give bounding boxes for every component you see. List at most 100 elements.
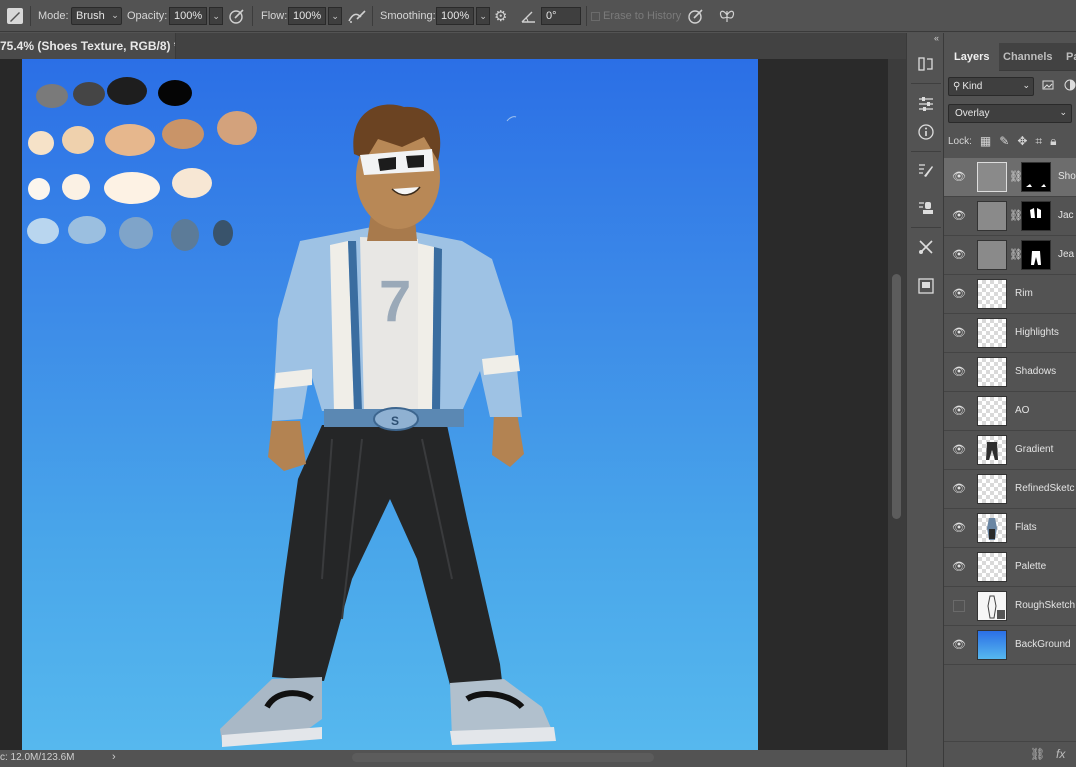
layer-row-palette[interactable]: 👁︎ Palette: [944, 548, 1076, 587]
layer-thumbnail[interactable]: [977, 474, 1007, 504]
layer-thumbnail[interactable]: [977, 240, 1007, 270]
layer-name[interactable]: Jac: [1058, 210, 1074, 221]
layer-mask-thumbnail[interactable]: [1021, 201, 1051, 231]
layer-thumbnail[interactable]: [977, 162, 1007, 192]
blend-mode-dropdown[interactable]: Overlay ⌄: [948, 104, 1072, 123]
smoothing-field[interactable]: 100%: [436, 7, 475, 25]
layer-row-shoes[interactable]: 👁︎ ⛓︎ Sho: [944, 158, 1076, 197]
vertical-scroll-thumb[interactable]: [892, 274, 901, 519]
layer-row-shadows[interactable]: 👁︎ Shadows: [944, 353, 1076, 392]
layer-thumbnail[interactable]: [977, 435, 1007, 465]
info-icon[interactable]: [915, 121, 937, 143]
pressure-size-icon[interactable]: [687, 0, 705, 32]
flow-field[interactable]: 100%: [288, 7, 327, 25]
layer-name[interactable]: AO: [1015, 405, 1029, 416]
layer-name[interactable]: RefinedSketc: [1015, 483, 1074, 494]
mode-dropdown[interactable]: Brush ⌄: [71, 7, 122, 25]
eye-icon[interactable]: 👁︎: [952, 638, 966, 652]
link-layers-icon[interactable]: ⛓︎: [1030, 747, 1045, 761]
angle-field[interactable]: 0°: [541, 7, 581, 25]
layer-mask-thumbnail[interactable]: [1021, 162, 1051, 192]
filter-pixel-icon[interactable]: [1042, 79, 1054, 94]
eye-icon[interactable]: 👁︎: [952, 560, 966, 574]
layer-name[interactable]: Sho: [1058, 171, 1076, 182]
layer-name[interactable]: RoughSketch: [1015, 600, 1075, 611]
layer-name[interactable]: Gradient: [1015, 444, 1053, 455]
layer-name[interactable]: Rim: [1015, 288, 1033, 299]
layer-thumbnail[interactable]: [977, 552, 1007, 582]
layer-effects-fx-icon[interactable]: fx: [1056, 747, 1065, 761]
brush-tool-preset-icon[interactable]: [6, 0, 24, 32]
layer-comps-icon[interactable]: [915, 275, 937, 297]
tab-layers[interactable]: Layers: [944, 43, 1000, 71]
layer-name[interactable]: Jea: [1058, 249, 1074, 260]
brush-settings-icon[interactable]: [915, 159, 937, 181]
layer-name[interactable]: Highlights: [1015, 327, 1059, 338]
layer-row-background[interactable]: 👁︎ BackGround: [944, 626, 1076, 665]
eye-icon[interactable]: 👁︎: [952, 209, 966, 223]
layer-name[interactable]: BackGround: [1015, 639, 1071, 650]
opacity-dropdown-button[interactable]: ⌄: [209, 7, 224, 25]
adjustments-sliders-icon[interactable]: [915, 93, 937, 115]
layer-row-highlights[interactable]: 👁︎ Highlights: [944, 314, 1076, 353]
vertical-scrollbar[interactable]: [888, 59, 906, 750]
layer-thumbnail[interactable]: [977, 357, 1007, 387]
lock-position-icon[interactable]: ✥: [1017, 134, 1027, 148]
layer-row-rough-sketch[interactable]: RoughSketch: [944, 587, 1076, 626]
document-size-info[interactable]: c: 12.0M/123.6M: [0, 752, 74, 763]
layer-row-jacket[interactable]: 👁︎ ⛓︎ Jac: [944, 197, 1076, 236]
clone-source-icon[interactable]: [915, 197, 937, 219]
layer-thumbnail[interactable]: [977, 318, 1007, 348]
layer-row-refined-sketch[interactable]: 👁︎ RefinedSketc: [944, 470, 1076, 509]
eye-icon[interactable]: 👁︎: [952, 365, 966, 379]
smoothing-dropdown-button[interactable]: ⌄: [476, 7, 491, 25]
layer-thumbnail[interactable]: [977, 279, 1007, 309]
canvas[interactable]: 7 S: [22, 59, 758, 750]
layer-row-rim[interactable]: 👁︎ Rim: [944, 275, 1076, 314]
layer-name[interactable]: Flats: [1015, 522, 1037, 533]
eye-icon[interactable]: 👁︎: [952, 482, 966, 496]
eye-icon[interactable]: 👁︎: [952, 248, 966, 262]
airbrush-icon[interactable]: [347, 0, 367, 32]
eye-icon[interactable]: 👁︎: [952, 404, 966, 418]
horizontal-scroll-thumb[interactable]: [352, 753, 654, 762]
eye-icon[interactable]: 👁︎: [952, 287, 966, 301]
layer-row-ao[interactable]: 👁︎ AO: [944, 392, 1076, 431]
filter-kind-dropdown[interactable]: ⚲ Kind ⌄: [948, 77, 1034, 96]
collapse-panels-icon[interactable]: «: [907, 33, 945, 43]
eye-icon[interactable]: 👁︎: [952, 443, 966, 457]
layer-thumbnail[interactable]: [977, 201, 1007, 231]
document-tab[interactable]: 75.4% (Shoes Texture, RGB/8) *: [0, 33, 176, 59]
gear-icon[interactable]: ⚙: [494, 0, 507, 32]
layer-row-jeans[interactable]: 👁︎ ⛓︎ Jea: [944, 236, 1076, 275]
erase-to-history-checkbox[interactable]: Erase to History: [591, 0, 681, 32]
lock-transparent-pixels-icon[interactable]: ▦: [980, 134, 991, 148]
layer-thumbnail[interactable]: [977, 513, 1007, 543]
layer-thumbnail[interactable]: [977, 396, 1007, 426]
eye-icon[interactable]: 👁︎: [952, 170, 966, 184]
tool-presets-icon[interactable]: [915, 236, 937, 258]
lock-all-icon[interactable]: 🔒︎: [1050, 134, 1056, 149]
lock-image-pixels-icon[interactable]: ✎: [999, 134, 1009, 148]
layer-row-gradient[interactable]: 👁︎ Gradient: [944, 431, 1076, 470]
chevron-right-icon[interactable]: ›: [112, 751, 116, 763]
layer-thumbnail[interactable]: [977, 591, 1007, 621]
lock-artboard-icon[interactable]: ⌗: [1035, 134, 1042, 149]
pressure-opacity-icon[interactable]: [228, 0, 246, 32]
visibility-toggle-off[interactable]: [953, 600, 965, 612]
canvas-area[interactable]: 7 S: [0, 59, 888, 750]
opacity-field[interactable]: 100%: [169, 7, 208, 25]
history-icon[interactable]: [915, 53, 937, 75]
layer-mask-thumbnail[interactable]: [1021, 240, 1051, 270]
flow-dropdown-button[interactable]: ⌄: [328, 7, 343, 25]
tab-channels[interactable]: Channels: [1003, 43, 1053, 71]
eye-icon[interactable]: 👁︎: [952, 326, 966, 340]
layer-name[interactable]: Shadows: [1015, 366, 1056, 377]
layer-thumbnail[interactable]: [977, 630, 1007, 660]
filter-adjustment-icon[interactable]: [1064, 79, 1076, 94]
layer-row-flats[interactable]: 👁︎ Flats: [944, 509, 1076, 548]
symmetry-butterfly-icon[interactable]: [718, 0, 736, 32]
layer-name[interactable]: Palette: [1015, 561, 1046, 572]
eye-icon[interactable]: 👁︎: [952, 521, 966, 535]
tab-paths[interactable]: Pa: [1066, 43, 1076, 71]
